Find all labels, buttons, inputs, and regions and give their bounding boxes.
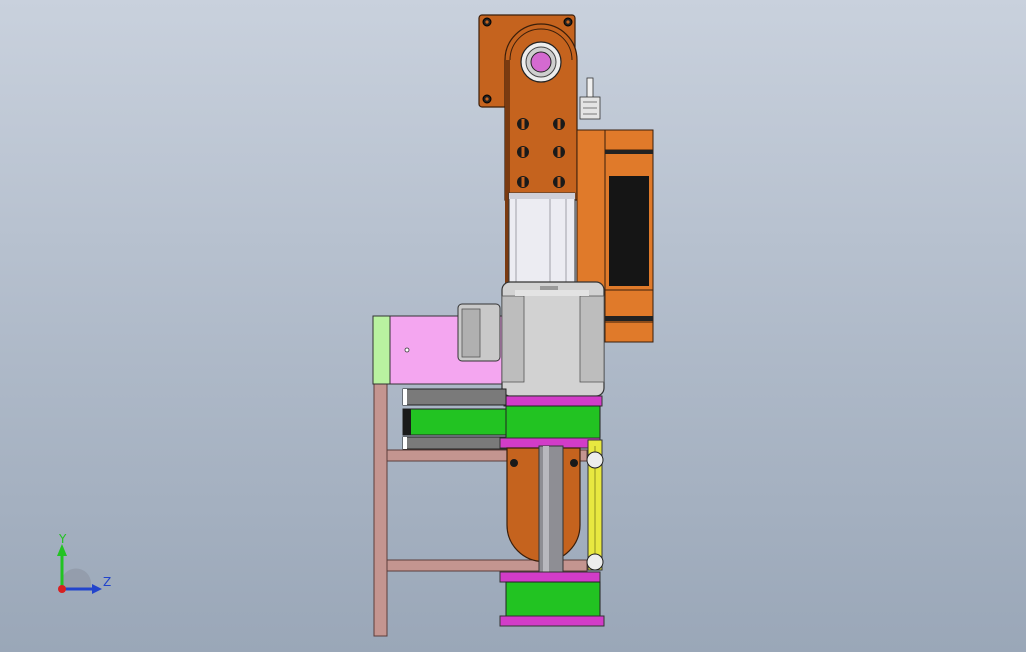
side-connector [457, 303, 501, 362]
proximity-sensor [579, 77, 601, 120]
upper-flange [503, 395, 603, 407]
pivot-bearing [520, 41, 562, 83]
axis-triad: Y Z [57, 532, 111, 594]
vertical-shaft [538, 445, 564, 573]
y-axis-label: Y [58, 532, 67, 546]
cad-viewport[interactable]: Y Z [0, 0, 1026, 652]
housing-hole [404, 347, 410, 353]
frame-end-cap [372, 315, 391, 385]
upper-gear-drum [499, 405, 601, 449]
cad-model-drawing[interactable]: Y Z [0, 0, 1026, 652]
shaft-highlight [543, 446, 549, 572]
lower-gear-drum [499, 571, 605, 627]
z-axis-label: Z [103, 575, 111, 589]
origin-marker [58, 585, 66, 593]
z-axis-arrow [92, 584, 102, 594]
gearbox [501, 281, 605, 397]
left-plates [402, 388, 507, 450]
motor-housing-white [508, 192, 576, 284]
